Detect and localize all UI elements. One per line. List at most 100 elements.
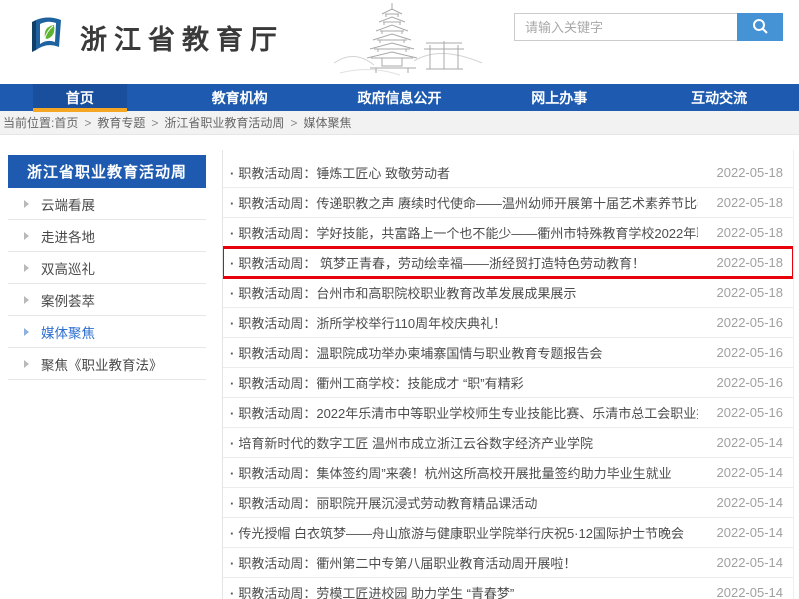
- news-item-date: 2022-05-14: [717, 585, 784, 599]
- news-item: 传光授帽 白衣筑梦——舟山旅游与健康职业学院举行庆祝5·12国际护士节晚会 20…: [223, 518, 793, 548]
- nav-tab-label: 网上办事: [531, 88, 587, 108]
- news-item-title[interactable]: 职教活动周： 筑梦正青春，劳动绘幸福——浙经贸打造特色劳动教育！: [230, 253, 645, 272]
- breadcrumb-item[interactable]: 媒体聚焦: [303, 114, 351, 131]
- breadcrumb-separator: >: [84, 116, 91, 130]
- nav-tab[interactable]: 政府信息公开: [324, 84, 474, 111]
- book-leaf-logo-icon: [26, 15, 66, 60]
- sidebar-item-label: 双高巡礼: [41, 258, 95, 278]
- chevron-right-icon: [24, 200, 29, 208]
- chevron-right-icon: [24, 232, 29, 240]
- news-item-title[interactable]: 职教活动周：学好技能，共富路上一个也不能少——衢州市特殊教育学校2022年职业教…: [230, 223, 698, 242]
- news-item-date: 2022-05-14: [717, 525, 784, 540]
- news-item: 职教活动周：衢州第二中专第八届职业教育活动周开展啦！ 2022-05-14: [223, 548, 793, 578]
- breadcrumb-separator: >: [151, 116, 158, 130]
- news-item: 职教活动周：劳模工匠进校园 助力学生 “青春梦” 2022-05-14: [223, 578, 793, 599]
- main-nav: 首页 教育机构 政府信息公开 网上办事 互动交流: [0, 84, 799, 111]
- chevron-right-icon: [24, 296, 29, 304]
- sidebar-item[interactable]: 案例荟萃: [8, 284, 206, 316]
- news-item: 职教活动周：传递职教之声 赓续时代使命——温州幼师开展第十届艺术素养节比赛暨职业…: [223, 188, 793, 218]
- news-item-title[interactable]: 职教活动周：锤炼工匠心 致敬劳动者: [230, 163, 450, 182]
- news-item: 职教活动周：2022年乐清市中等职业学校师生专业技能比赛、乐清市总工会职业技术学…: [223, 398, 793, 428]
- breadcrumb-separator: >: [290, 116, 297, 130]
- sidebar: 浙江省职业教育活动周 云端看展 走进各地 双高巡礼 案例荟萃 媒体聚焦 聚焦《职…: [8, 155, 206, 380]
- search-button[interactable]: [737, 13, 783, 41]
- site-header: 浙江省教育厅: [0, 0, 799, 84]
- site-logo[interactable]: 浙江省教育厅: [26, 15, 284, 60]
- breadcrumb: 当前位置: 首页 > 教育专题 > 浙江省职业教育活动周 > 媒体聚焦: [0, 111, 799, 135]
- news-item-title[interactable]: 职教活动周：浙所学校举行110周年校庆典礼！: [230, 313, 506, 332]
- breadcrumb-item[interactable]: 首页: [54, 114, 78, 131]
- news-item-date: 2022-05-18: [717, 255, 784, 270]
- news-item-date: 2022-05-16: [717, 375, 784, 390]
- news-item-date: 2022-05-16: [717, 405, 784, 420]
- chevron-right-icon: [24, 328, 29, 336]
- nav-tab-label: 教育机构: [212, 88, 268, 108]
- news-item-date: 2022-05-14: [717, 435, 784, 450]
- sidebar-item[interactable]: 聚焦《职业教育法》: [8, 348, 206, 380]
- pagoda-illustration: [330, 1, 490, 88]
- search-bar: [514, 13, 783, 41]
- nav-cell: 教育机构: [160, 84, 320, 111]
- nav-tab-label: 互动交流: [691, 88, 747, 108]
- news-item-date: 2022-05-18: [717, 225, 784, 240]
- news-item-title[interactable]: 职教活动周：2022年乐清市中等职业学校师生专业技能比赛、乐清市总工会职业技术学…: [230, 403, 698, 422]
- nav-cell: 政府信息公开: [320, 84, 480, 111]
- sidebar-item[interactable]: 媒体聚焦: [8, 316, 206, 348]
- sidebar-item[interactable]: 云端看展: [8, 188, 206, 220]
- news-item-date: 2022-05-18: [717, 285, 784, 300]
- news-item-date: 2022-05-16: [717, 345, 784, 360]
- sidebar-item-label: 媒体聚焦: [41, 322, 95, 342]
- nav-cell: 互动交流: [639, 84, 799, 111]
- nav-tab[interactable]: 首页: [33, 84, 127, 111]
- news-item-title[interactable]: 培育新时代的数字工匠 温州市成立浙江云谷数字经济产业学院: [230, 433, 593, 452]
- news-item-date: 2022-05-18: [717, 165, 784, 180]
- news-item-title[interactable]: 职教活动周：衢州第二中专第八届职业教育活动周开展啦！: [230, 553, 576, 572]
- search-icon: [751, 17, 769, 38]
- news-item-title[interactable]: 传光授帽 白衣筑梦——舟山旅游与健康职业学院举行庆祝5·12国际护士节晚会: [230, 523, 684, 542]
- sidebar-item[interactable]: 走进各地: [8, 220, 206, 252]
- nav-tab[interactable]: 互动交流: [658, 84, 780, 111]
- search-input[interactable]: [514, 13, 737, 41]
- sidebar-title: 浙江省职业教育活动周: [8, 155, 206, 188]
- news-item: 职教活动周：丽职院开展沉浸式劳动教育精品课活动 2022-05-14: [223, 488, 793, 518]
- site-title: 浙江省教育厅: [80, 18, 284, 57]
- breadcrumb-prefix: 当前位置:: [3, 114, 54, 131]
- news-item: 职教活动周：浙所学校举行110周年校庆典礼！ 2022-05-16: [223, 308, 793, 338]
- news-list: 职教活动周：锤炼工匠心 致敬劳动者 2022-05-18 职教活动周：传递职教之…: [222, 150, 794, 599]
- news-item-date: 2022-05-18: [717, 195, 784, 210]
- sidebar-item-label: 走进各地: [41, 226, 95, 246]
- news-item: 职教活动周：衢州工商学校：技能成才 “职”有精彩 2022-05-16: [223, 368, 793, 398]
- breadcrumb-item[interactable]: 教育专题: [97, 114, 145, 131]
- nav-cell: 首页: [0, 84, 160, 111]
- news-item: 职教活动周：温职院成功举办柬埔寨国情与职业教育专题报告会 2022-05-16: [223, 338, 793, 368]
- news-item: 职教活动周：学好技能，共富路上一个也不能少——衢州市特殊教育学校2022年职业教…: [223, 218, 793, 248]
- nav-tab[interactable]: 网上办事: [498, 84, 620, 111]
- nav-cell: 网上办事: [479, 84, 639, 111]
- news-item-title[interactable]: 职教活动周：劳模工匠进校园 助力学生 “青春梦”: [230, 583, 514, 599]
- chevron-right-icon: [24, 360, 29, 368]
- news-item: 职教活动周：台州市和高职院校职业教育改革发展成果展示 2022-05-18: [223, 278, 793, 308]
- news-item: 培育新时代的数字工匠 温州市成立浙江云谷数字经济产业学院 2022-05-14: [223, 428, 793, 458]
- news-item-date: 2022-05-14: [717, 495, 784, 510]
- sidebar-item-label: 云端看展: [41, 194, 95, 214]
- sidebar-item[interactable]: 双高巡礼: [8, 252, 206, 284]
- nav-tab[interactable]: 教育机构: [179, 84, 301, 111]
- news-item-title[interactable]: 职教活动周：丽职院开展沉浸式劳动教育精品课活动: [230, 493, 537, 512]
- news-item: 职教活动周： 筑梦正青春，劳动绘幸福——浙经贸打造特色劳动教育！ 2022-05…: [223, 248, 793, 278]
- nav-tab-label: 政府信息公开: [357, 88, 441, 108]
- news-item-date: 2022-05-14: [717, 555, 784, 570]
- news-item: 职教活动周：集体签约周”来袭！杭州这所高校开展批量签约助力毕业生就业 2022-…: [223, 458, 793, 488]
- nav-tab-label: 首页: [66, 88, 94, 108]
- sidebar-item-label: 案例荟萃: [41, 290, 95, 310]
- news-item-title[interactable]: 职教活动周：台州市和高职院校职业教育改革发展成果展示: [230, 283, 576, 302]
- news-item: 职教活动周：锤炼工匠心 致敬劳动者 2022-05-18: [223, 158, 793, 188]
- news-item-title[interactable]: 职教活动周：温职院成功举办柬埔寨国情与职业教育专题报告会: [230, 343, 602, 362]
- chevron-right-icon: [24, 264, 29, 272]
- news-item-date: 2022-05-16: [717, 315, 784, 330]
- news-item-date: 2022-05-14: [717, 465, 784, 480]
- news-item-title[interactable]: 职教活动周：集体签约周”来袭！杭州这所高校开展批量签约助力毕业生就业: [230, 463, 672, 482]
- news-item-title[interactable]: 职教活动周：衢州工商学校：技能成才 “职”有精彩: [230, 373, 524, 392]
- breadcrumb-item[interactable]: 浙江省职业教育活动周: [164, 114, 284, 131]
- news-item-title[interactable]: 职教活动周：传递职教之声 赓续时代使命——温州幼师开展第十届艺术素养节比赛暨职业…: [230, 193, 698, 212]
- sidebar-item-label: 聚焦《职业教育法》: [41, 354, 163, 374]
